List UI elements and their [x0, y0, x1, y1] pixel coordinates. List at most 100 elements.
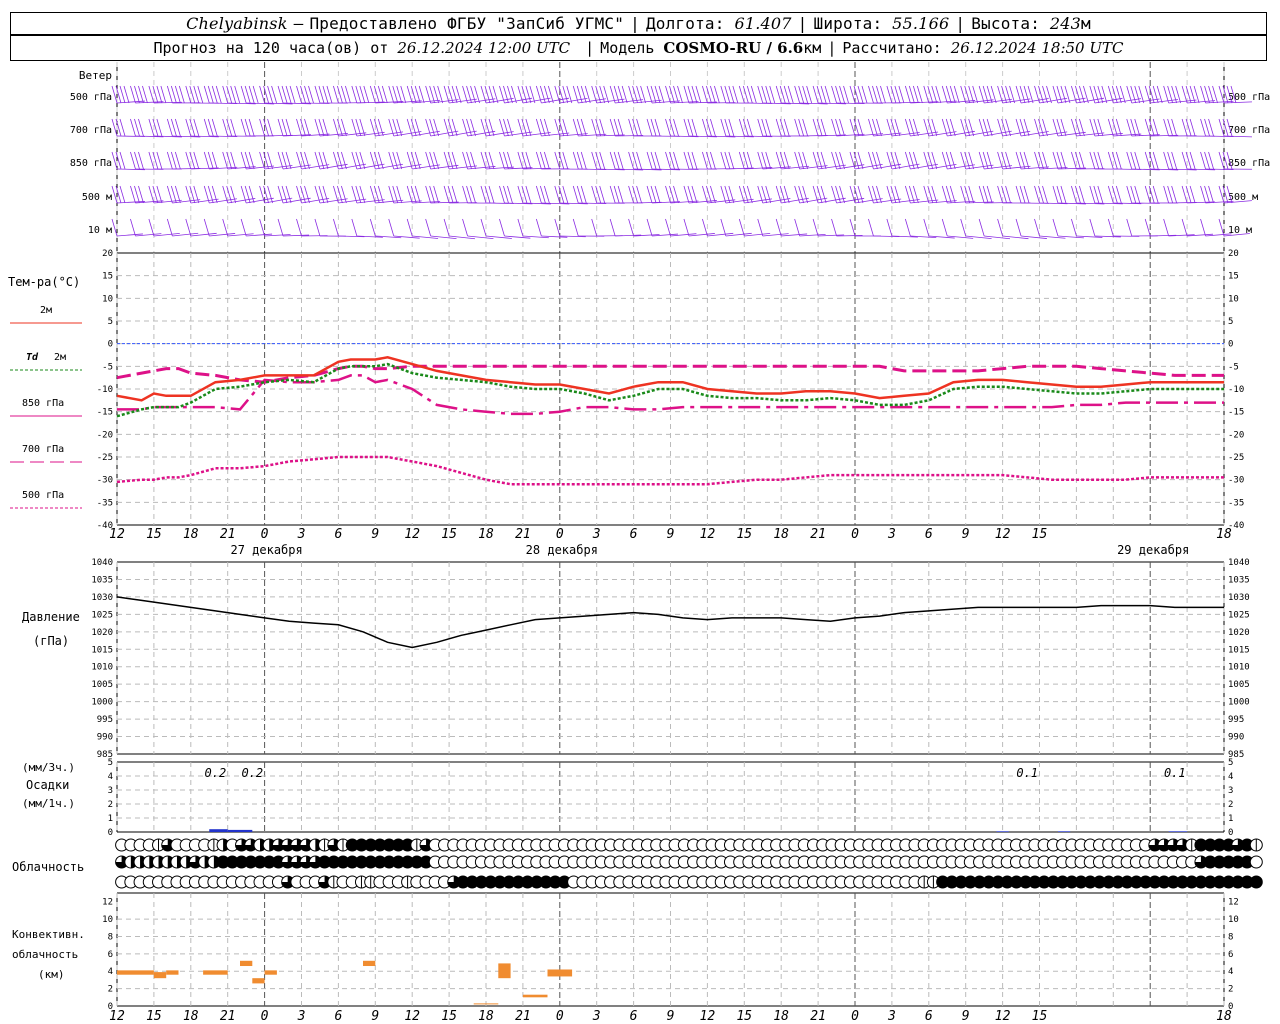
wind-barb-feather [941, 218, 948, 237]
wind-barb-feather [222, 85, 229, 104]
x-tick-label: 15 [1032, 527, 1048, 542]
x-tick-label: 18 [478, 527, 494, 542]
wind-barb-feather [650, 118, 657, 137]
wind-barb-feather [765, 151, 772, 170]
wind-barb-feather [868, 218, 874, 237]
precip-value-label: 0.2 [205, 766, 227, 780]
wind-barb-feather [341, 85, 347, 104]
wind-barb-feather [746, 85, 753, 104]
wind-barb-feather [1200, 151, 1206, 170]
wind-barb-feather [1189, 118, 1196, 137]
wind-barb-feather [193, 85, 200, 104]
wind-barb-feather [580, 85, 587, 104]
temperature-ytick-left: 10 [102, 294, 113, 304]
x-tick-label-bottom: 3 [592, 1009, 601, 1024]
wind-barb-feather [949, 185, 956, 204]
pressure-ytick-left: 995 [97, 715, 113, 725]
wind-barb-feather [894, 185, 901, 204]
wind-barb-feather [806, 85, 813, 104]
wind-barb-feather [388, 185, 395, 204]
wind-barb-feather [443, 85, 450, 104]
convective-ytick-right: 6 [1228, 950, 1233, 960]
wind-barb-feather [1097, 151, 1104, 170]
convective-bar [117, 970, 154, 975]
pressure-ytick-left: 1000 [91, 698, 113, 708]
wind-barb-feather [535, 185, 542, 204]
wind-barb-feather [119, 185, 126, 204]
wind-barb-feather [326, 85, 333, 104]
wind-barb-feather [1079, 151, 1085, 170]
wind-barb-feather [156, 85, 163, 104]
pressure-ytick-right: 990 [1228, 733, 1244, 743]
wind-barb-feather [1046, 85, 1052, 104]
wind-barb-feather [425, 185, 432, 204]
wind-barb-feather [1060, 118, 1067, 137]
wind-barb-feather [757, 85, 764, 104]
wind-barb-feather [566, 85, 573, 104]
wind-barb-feather [1134, 185, 1141, 204]
wind-barb-feather [1152, 185, 1159, 204]
wind-barb-feather [1208, 85, 1214, 104]
wind-barb-feather [492, 85, 499, 104]
wind-barb-feather [628, 118, 634, 137]
wind-barb-feather [1093, 151, 1100, 170]
wind-barb-feather [462, 218, 468, 237]
wind-barb-feather [1208, 151, 1214, 170]
wind-barb-feather [525, 118, 532, 137]
precipitation-ytick-left: 2 [108, 800, 113, 810]
wind-barb-feather [248, 118, 255, 137]
wind-barb-feather [886, 85, 893, 104]
wind-barb-feather [706, 151, 712, 170]
temperature-title: Тем-ра(°С) [8, 275, 80, 289]
x-tick-label-bottom: 15 [1032, 1009, 1048, 1024]
wind-barb-feather [953, 85, 960, 104]
precipitation-ytick-right: 2 [1228, 800, 1233, 810]
wind-barb-feather [207, 118, 214, 137]
temperature-ytick-right: 20 [1228, 249, 1239, 259]
pressure-ytick-right: 1030 [1228, 593, 1250, 603]
wind-barb-feather [613, 185, 620, 204]
wind-barb-feather [761, 118, 768, 137]
wind-barb-feather [1056, 185, 1063, 204]
wind-barb-feather [720, 151, 727, 170]
wind-barb-feather [695, 85, 702, 104]
wind-barb-feather [646, 151, 653, 170]
pressure-ytick-right: 995 [1228, 715, 1244, 725]
wind-barb-feather [554, 185, 561, 204]
wind-barb-feather [1156, 85, 1163, 104]
wind-barb-feather [462, 185, 468, 204]
pressure-ytick-right: 1020 [1228, 628, 1250, 638]
wind-barb-feather [761, 85, 768, 104]
legend-label: 2м [40, 305, 52, 316]
wind-barb-feather [111, 151, 118, 170]
wind-barb-feather [1181, 85, 1188, 104]
pressure-ytick-right: 1040 [1228, 558, 1250, 568]
wind-barb-feather [314, 118, 321, 137]
wind-barb-feather [1089, 151, 1096, 170]
wind-barb-feather [1144, 151, 1151, 170]
wind-barb-feather [868, 85, 874, 104]
temperature-ytick-right: 15 [1228, 272, 1239, 282]
wind-barb-feather [890, 151, 897, 170]
convective-ytick-right: 8 [1228, 932, 1233, 942]
wind-barb-feather [1218, 151, 1225, 170]
wind-barb-feather [1181, 151, 1188, 170]
convective-bar [240, 960, 253, 967]
wind-barb-feather [138, 85, 144, 104]
wind-barb-feather [351, 118, 358, 137]
wind-barb-feather [1023, 85, 1030, 104]
wind-barb-feather [1134, 151, 1141, 170]
pressure-ytick-left: 1010 [91, 663, 113, 673]
pressure-ytick-left: 1015 [91, 645, 113, 655]
wind-barb-feather [628, 185, 634, 204]
wind-barb-feather [798, 85, 805, 104]
wind-barb-feather [503, 85, 509, 104]
wind-barb-feather [351, 85, 358, 104]
x-tick-label-bottom: 21 [810, 1009, 826, 1024]
wind-barb-feather [296, 118, 302, 137]
convective-bar [547, 969, 573, 977]
wind-barb-feather [406, 218, 413, 237]
wind-barb-feather [111, 85, 118, 104]
wind-barb-feather [1015, 185, 1022, 204]
temperature-ytick-left: -15 [97, 408, 113, 418]
